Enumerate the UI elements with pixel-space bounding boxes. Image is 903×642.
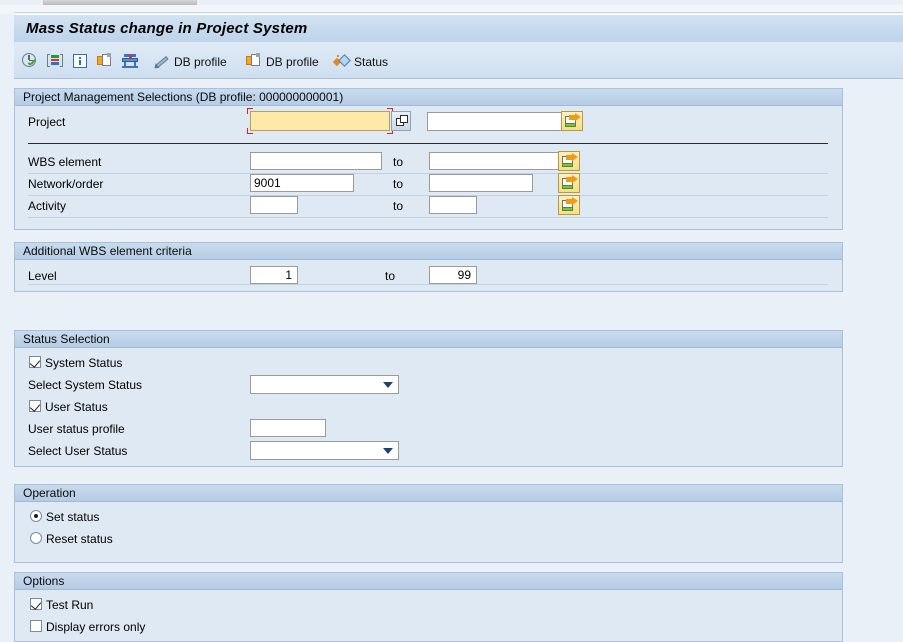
page-title: Mass Status change in Project System (26, 20, 308, 37)
project-input[interactable] (250, 111, 390, 131)
toolbar-edit-db-profile-label: DB profile (174, 54, 227, 69)
test-run-checkbox[interactable] (30, 598, 42, 610)
get-variant-icon (97, 53, 114, 70)
info-icon (72, 53, 89, 70)
label-wbs-element: WBS element (28, 155, 102, 169)
level-input[interactable] (250, 266, 298, 284)
row-separator (28, 217, 828, 218)
toolbar-info-button[interactable] (72, 52, 89, 71)
select-system-status-dropdown[interactable] (250, 375, 399, 394)
chevron-down-icon (383, 382, 393, 388)
activity-multiple-selection-button[interactable] (558, 195, 580, 215)
folder-page-icon (246, 53, 263, 70)
user-status-checkbox[interactable] (29, 400, 41, 412)
panel-status-selection: Status Selection System Status Select Sy… (14, 330, 843, 467)
panel-status-selection-header: Status Selection (15, 331, 842, 348)
row-separator (28, 284, 828, 285)
wbs-element-multiple-selection-button[interactable] (558, 151, 580, 171)
toolbar-select-db-profile-button[interactable]: DB profile (246, 52, 319, 71)
panel-project-management-header: Project Management Selections (DB profil… (15, 89, 842, 106)
level-to-label: to (385, 269, 396, 283)
label-select-system-status: Select System Status (28, 378, 143, 392)
select-user-status-dropdown[interactable] (250, 441, 399, 460)
row-separator (28, 195, 828, 196)
network-order-to-input[interactable] (429, 174, 533, 192)
toolbar-get-variant-button[interactable] (97, 52, 114, 71)
label-select-user-status: Select User Status (28, 444, 128, 458)
toolbar-execute-button[interactable] (22, 52, 39, 71)
display-errors-only-checkbox[interactable] (30, 620, 42, 632)
panel-options-header: Options (15, 573, 842, 590)
row-separator (28, 173, 828, 174)
panel-operation: Operation Set status Reset status (14, 484, 843, 563)
focus-corner-top-left (247, 108, 253, 114)
user-status-profile-input[interactable] (250, 419, 326, 437)
radio-reset-status[interactable] (30, 532, 42, 544)
wbs-element-to-label: to (393, 155, 404, 169)
window-title-bar: Mass Status change in Project System (14, 14, 903, 42)
label-level: Level (28, 269, 57, 283)
radio-set-status[interactable] (30, 510, 42, 522)
chevron-down-icon (383, 448, 393, 454)
wbs-element-input[interactable] (250, 152, 382, 170)
activity-to-label: to (393, 199, 404, 213)
panel-additional-wbs-header: Additional WBS element criteria (15, 243, 842, 260)
toolbar-status-label: Status (354, 54, 389, 69)
execute-icon (22, 53, 39, 70)
panel-additional-wbs-criteria: Additional WBS element criteria Level to (14, 242, 843, 292)
activity-to-input[interactable] (429, 196, 477, 214)
system-status-label: System Status (45, 356, 123, 370)
radio-reset-status-label: Reset status (46, 532, 113, 546)
application-toolbar: DB profile DB profile Status (14, 42, 903, 79)
sap-selection-screen: Mass Status change in Project System DB … (0, 0, 903, 642)
activity-input[interactable] (250, 196, 298, 214)
display-errors-only-label: Display errors only (46, 620, 146, 634)
label-network-order: Network/order (28, 177, 104, 191)
radio-set-status-label: Set status (46, 510, 100, 524)
panel-project-management-selections: Project Management Selections (DB profil… (14, 88, 843, 230)
toolbar-status-button[interactable]: Status (332, 52, 389, 71)
project-to-input[interactable] (427, 112, 567, 131)
status-icon (332, 53, 351, 70)
label-project: Project (28, 115, 66, 129)
label-activity: Activity (28, 199, 67, 213)
project-multiple-selection-button[interactable] (561, 111, 583, 131)
toolbar-edit-db-profile-button[interactable]: DB profile (152, 52, 227, 71)
toolbar-db-profile-button[interactable] (122, 52, 139, 71)
network-order-to-label: to (393, 177, 404, 191)
panel-operation-header: Operation (15, 485, 842, 502)
system-status-checkbox[interactable] (29, 356, 41, 368)
network-order-input[interactable] (250, 174, 354, 192)
toolbar-variants-button[interactable] (47, 52, 64, 71)
variants-icon (47, 53, 64, 70)
top-divider (14, 12, 903, 13)
focus-corner-bottom-left (247, 128, 253, 134)
project-field-focus-wrapper (247, 108, 393, 134)
network-order-multiple-selection-button[interactable] (558, 173, 580, 193)
panel-options: Options Test Run Display errors only (14, 572, 843, 642)
wbs-element-to-input[interactable] (429, 152, 561, 170)
db-profile-icon (122, 53, 139, 70)
project-search-help-button[interactable] (391, 111, 411, 131)
label-user-status-profile: User status profile (28, 422, 125, 436)
toolbar-select-db-profile-label: DB profile (266, 54, 319, 69)
test-run-label: Test Run (46, 598, 94, 612)
user-status-label: User Status (45, 400, 108, 414)
level-to-input[interactable] (429, 266, 477, 284)
project-section-rule (28, 143, 828, 144)
pencil-icon (152, 53, 171, 71)
